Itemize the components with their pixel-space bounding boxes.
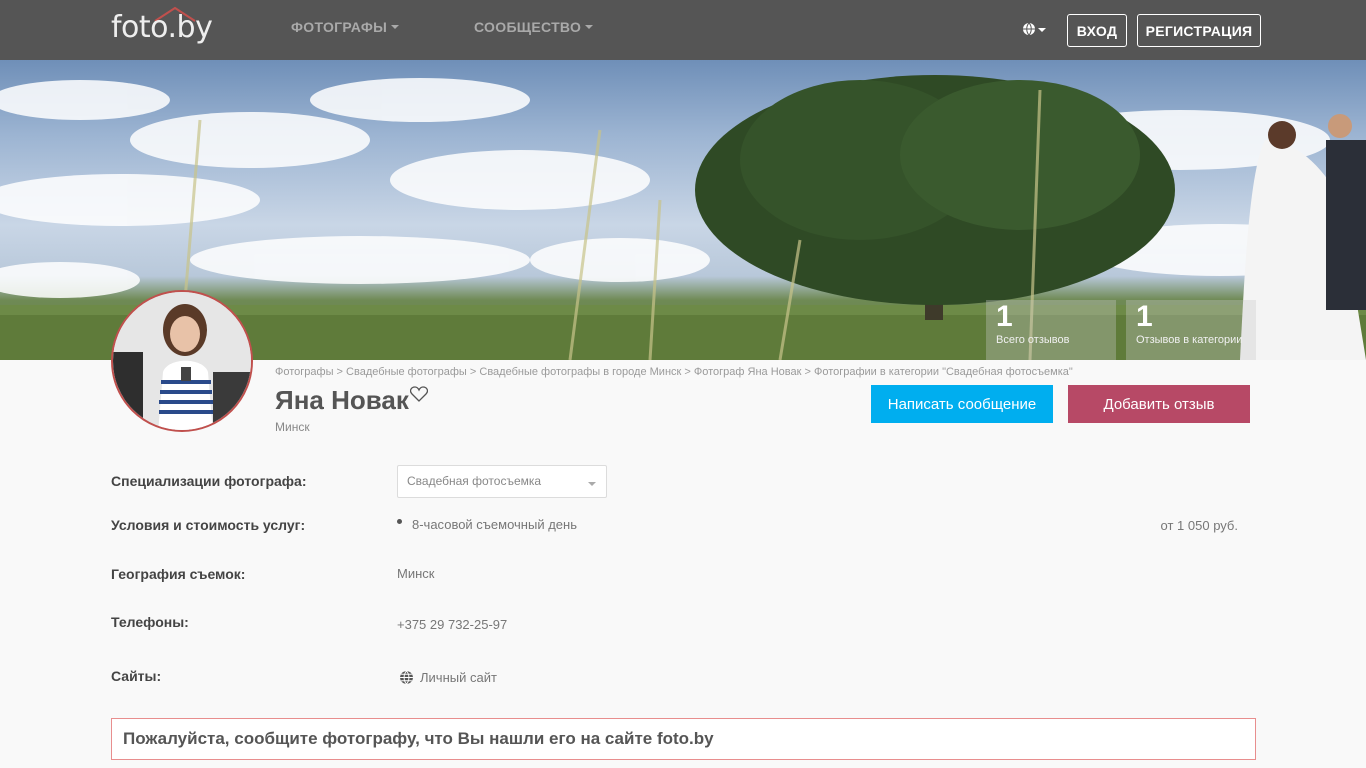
phones-label: Телефоны: — [111, 614, 189, 630]
logo-text: foto.by — [111, 10, 213, 45]
services-label: Условия и стоимость услуг: — [111, 517, 306, 533]
stat-category-reviews: 1 Отзывов в категории — [1126, 300, 1256, 360]
photographer-name: Яна Новак — [275, 385, 409, 415]
avatar[interactable] — [111, 290, 253, 432]
specializations-label: Специализации фотографа: — [111, 473, 307, 489]
top-navbar: foto.by ФОТОГРАФЫ СООБЩЕСТВО ВХОД РЕГИСТ… — [0, 0, 1366, 60]
geography-value: Минск — [397, 566, 435, 581]
heart-icon[interactable] — [410, 386, 428, 402]
notice-banner: Пожалуйста, сообщите фотографу, что Вы н… — [111, 718, 1256, 760]
breadcrumb-photographer[interactable]: Фотограф Яна Новак — [694, 366, 802, 378]
write-message-button[interactable]: Написать сообщение — [871, 385, 1053, 423]
globe-icon — [1023, 22, 1035, 36]
chevron-down-icon — [391, 25, 400, 30]
specialization-select[interactable]: Свадебная фотосъемка — [397, 465, 607, 498]
breadcrumb-wedding-minsk[interactable]: Свадебные фотографы в городе Минск — [479, 366, 681, 378]
phone-value[interactable]: +375 29 732-25-97 — [397, 617, 507, 632]
personal-site-link[interactable]: Личный сайт — [399, 670, 497, 685]
add-review-button[interactable]: Добавить отзыв — [1068, 385, 1250, 423]
bullet-icon — [397, 519, 402, 524]
stat-category-reviews-value: 1 — [1136, 300, 1153, 333]
service-item: 8-часовой съемочный день — [412, 517, 577, 532]
login-button[interactable]: ВХОД — [1067, 14, 1127, 47]
specialization-selected-value: Свадебная фотосъемка — [407, 474, 542, 488]
stat-total-reviews-value: 1 — [996, 300, 1013, 333]
breadcrumb-photographers[interactable]: Фотографы — [275, 366, 333, 378]
breadcrumb-separator: > — [801, 366, 814, 378]
personal-site-label: Личный сайт — [420, 670, 497, 685]
stat-total-reviews: 1 Всего отзывов — [986, 300, 1116, 360]
nav-community[interactable]: СООБЩЕСТВО — [474, 19, 594, 35]
language-selector[interactable] — [1022, 20, 1048, 38]
geography-label: География съемок: — [111, 566, 246, 582]
sites-label: Сайты: — [111, 668, 162, 684]
nav-photographers-label: ФОТОГРАФЫ — [291, 19, 388, 35]
globe-icon — [400, 670, 413, 685]
breadcrumb-separator: > — [681, 366, 694, 378]
chevron-down-icon — [588, 482, 596, 486]
nav-community-label: СООБЩЕСТВО — [474, 19, 582, 35]
breadcrumb-category: Фотографии в категории "Свадебная фотосъ… — [813, 366, 1073, 378]
nav-photographers[interactable]: ФОТОГРАФЫ — [291, 19, 400, 35]
breadcrumb-wedding-photographers[interactable]: Свадебные фотографы — [346, 366, 467, 378]
breadcrumb-separator: > — [333, 366, 347, 378]
avatar-photo — [113, 292, 251, 430]
breadcrumb: Фотографы > Свадебные фотографы > Свадеб… — [275, 366, 1073, 378]
chevron-down-icon — [585, 25, 594, 30]
chevron-down-icon — [1038, 28, 1046, 32]
stat-category-reviews-label: Отзывов в категории — [1136, 334, 1243, 346]
breadcrumb-separator: > — [466, 366, 480, 378]
photographer-city: Минск — [275, 420, 310, 434]
service-price: от 1 050 руб. — [1160, 518, 1238, 533]
site-logo[interactable]: foto.by — [111, 6, 241, 50]
register-button[interactable]: РЕГИСТРАЦИЯ — [1137, 14, 1261, 47]
stat-total-reviews-label: Всего отзывов — [996, 334, 1070, 346]
